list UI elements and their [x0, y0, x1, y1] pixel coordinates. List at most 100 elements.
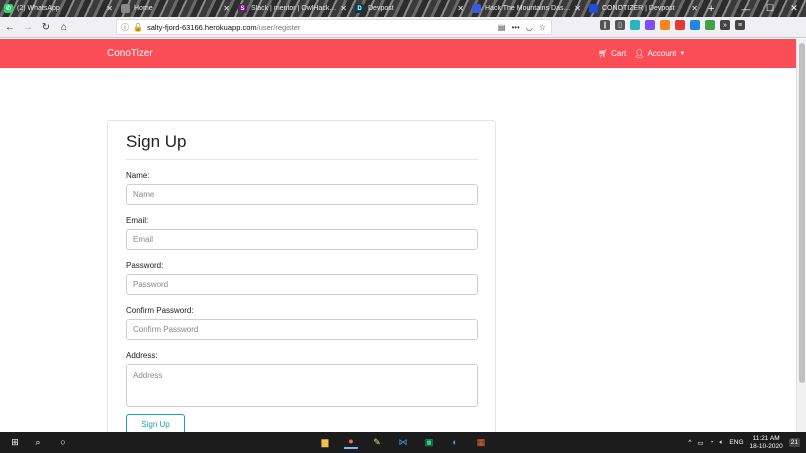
close-icon[interactable]: ✕	[691, 4, 698, 13]
home-icon[interactable]: ⌂	[56, 19, 72, 35]
tab-title: Home	[134, 5, 153, 12]
close-icon[interactable]: ✕	[457, 4, 464, 13]
reader-view-icon[interactable]: ▤	[498, 23, 506, 32]
close-window-icon[interactable]: ✕	[782, 0, 806, 17]
metamask-icon[interactable]	[660, 20, 670, 30]
clock[interactable]: 11:21 AM 18-10-2020	[750, 435, 783, 451]
browser-tab[interactable]: S Slack | mentor | OwlHacks 202 ✕	[234, 0, 351, 17]
notifications-icon[interactable]: 21	[788, 438, 800, 447]
tab-title: Devpost	[368, 5, 394, 12]
close-icon[interactable]: ✕	[106, 4, 113, 13]
page-actions-icon[interactable]: •••	[511, 23, 519, 32]
vscode-icon[interactable]: ⋈	[396, 435, 410, 449]
email-field[interactable]	[126, 229, 478, 250]
scrollbar-thumb[interactable]	[799, 43, 805, 383]
name-field[interactable]	[126, 184, 478, 205]
close-icon[interactable]: ✕	[340, 4, 347, 13]
library-icon[interactable]: ∥	[600, 20, 610, 30]
close-icon[interactable]: ✕	[223, 4, 230, 13]
overflow-menu-icon[interactable]: »	[720, 20, 730, 30]
clock-time: 11:21 AM	[752, 434, 780, 442]
account-dropdown[interactable]: 👤︎ Account ▼	[634, 49, 685, 58]
sidebar-icon[interactable]: ▯	[615, 20, 625, 30]
office-apps-icon[interactable]: ▦	[474, 435, 488, 449]
extension-icon[interactable]	[675, 20, 685, 30]
browser-tab[interactable]: Hack The Mountains Dashbo ✕	[468, 0, 585, 17]
password-field[interactable]	[126, 274, 478, 295]
slack-icon: S	[238, 4, 247, 13]
brand-logo[interactable]: ConoTizer	[107, 48, 153, 59]
language-indicator[interactable]: ENG	[729, 439, 743, 446]
search-icon[interactable]: ⌕	[31, 435, 45, 449]
clock-date: 18-10-2020	[749, 442, 783, 450]
window-controls: — ☐ ✕	[734, 0, 806, 17]
chevron-up-icon[interactable]: ^	[688, 439, 691, 446]
cart-icon: 🛒︎	[598, 49, 609, 58]
tab-title: Hack The Mountains Dashbo	[485, 5, 572, 12]
pocket-icon[interactable]: ◡	[526, 23, 533, 32]
edge-icon[interactable]: ◐	[448, 435, 462, 449]
minimize-icon[interactable]: —	[734, 0, 758, 17]
signup-button[interactable]: Sign Up	[126, 414, 185, 434]
caret-down-icon: ▼	[679, 50, 686, 57]
notification-count: 21	[790, 439, 798, 446]
maximize-icon[interactable]: ☐	[758, 0, 782, 17]
confirm-password-field[interactable]	[126, 319, 478, 340]
cart-link[interactable]: 🛒︎ Cart	[598, 49, 626, 58]
pycharm-icon[interactable]: ▣	[422, 435, 436, 449]
url-path: /user/register	[256, 22, 301, 32]
browser-tab[interactable]: D Devpost ✕	[351, 0, 468, 17]
account-label: Account	[647, 49, 677, 58]
insecure-lock-icon[interactable]: 🔓	[133, 23, 143, 32]
reload-icon[interactable]: ↻	[38, 19, 54, 35]
devpost-icon: D	[355, 4, 364, 13]
password-label: Password:	[126, 261, 164, 270]
bookmark-star-icon[interactable]: ☆	[539, 23, 546, 32]
home-page-icon	[121, 4, 130, 13]
browser-tab-active[interactable]: CONOTIZER | Devpost ✕	[585, 0, 702, 17]
network-icon[interactable]: ◔	[710, 439, 714, 446]
windows-start-icon[interactable]: ⊞	[8, 435, 22, 449]
email-label: Email:	[126, 216, 149, 225]
notepad-icon[interactable]: ✎	[370, 435, 384, 449]
extension-icon[interactable]	[690, 20, 700, 30]
new-tab-button[interactable]: +	[708, 3, 714, 15]
page-title: Sign Up	[126, 132, 187, 151]
os-taskbar: ⊞ ⌕ ○ ▆ ● ✎ ⋈ ▣ ◐ ▦ ^ ▭ ◔ 🔈︎ ENG 11:21 A…	[0, 432, 806, 453]
close-icon[interactable]: ✕	[574, 4, 581, 13]
navbar-right: 🛒︎ Cart 👤︎ Account ▼	[598, 49, 685, 58]
file-explorer-icon[interactable]: ▆	[318, 435, 332, 449]
address-label: Address:	[126, 351, 158, 360]
cart-label: Cart	[611, 49, 627, 58]
page-scrollbar[interactable]	[796, 39, 806, 432]
address-bar-actions: ▤ ••• ◡ ☆	[498, 23, 551, 32]
tab-title: Slack | mentor | OwlHacks 202	[251, 5, 338, 12]
extension-icon[interactable]	[630, 20, 640, 30]
address-bar[interactable]: ⓘ 🔓 salty-fjord-63166.herokuapp.com /use…	[116, 19, 552, 35]
volume-icon[interactable]: 🔈︎	[720, 439, 724, 447]
user-icon: 👤︎	[634, 49, 645, 58]
extension-icons: ∥ ▯ » ≡	[600, 20, 745, 30]
forward-icon[interactable]: →	[20, 19, 36, 35]
extension-icon[interactable]	[705, 20, 715, 30]
hamburger-menu-icon[interactable]: ≡	[735, 20, 745, 30]
system-tray: ^ ▭ ◔ 🔈︎ ENG 11:21 AM 18-10-2020 21	[688, 432, 800, 453]
browser-toolbar: ← → ↻ ⌂ ⓘ 🔓 salty-fjord-63166.herokuapp.…	[0, 17, 806, 38]
whatsapp-icon: ✆	[4, 4, 13, 13]
browser-tab-strip: ✆ (2) WhatsApp ✕ Home ✕ S Slack | mentor…	[0, 0, 806, 17]
name-label: Name:	[126, 171, 150, 180]
tab-title: (2) WhatsApp	[17, 5, 60, 12]
app-navbar: ConoTizer 🛒︎ Cart 👤︎ Account ▼	[0, 39, 796, 68]
tab-title: CONOTIZER | Devpost	[602, 5, 675, 12]
divider	[126, 159, 478, 160]
browser-tab[interactable]: ✆ (2) WhatsApp ✕	[0, 0, 117, 17]
back-icon[interactable]: ←	[2, 19, 18, 35]
address-field[interactable]	[126, 364, 478, 407]
extension-icon[interactable]	[645, 20, 655, 30]
info-icon[interactable]: ⓘ	[121, 22, 129, 33]
firefox-icon[interactable]: ●	[344, 435, 358, 449]
browser-tab[interactable]: Home ✕	[117, 0, 234, 17]
battery-icon[interactable]: ▭	[697, 439, 703, 447]
cortana-icon[interactable]: ○	[56, 435, 70, 449]
signup-card: Sign Up Name: Email: Password: Confirm P…	[107, 120, 496, 440]
